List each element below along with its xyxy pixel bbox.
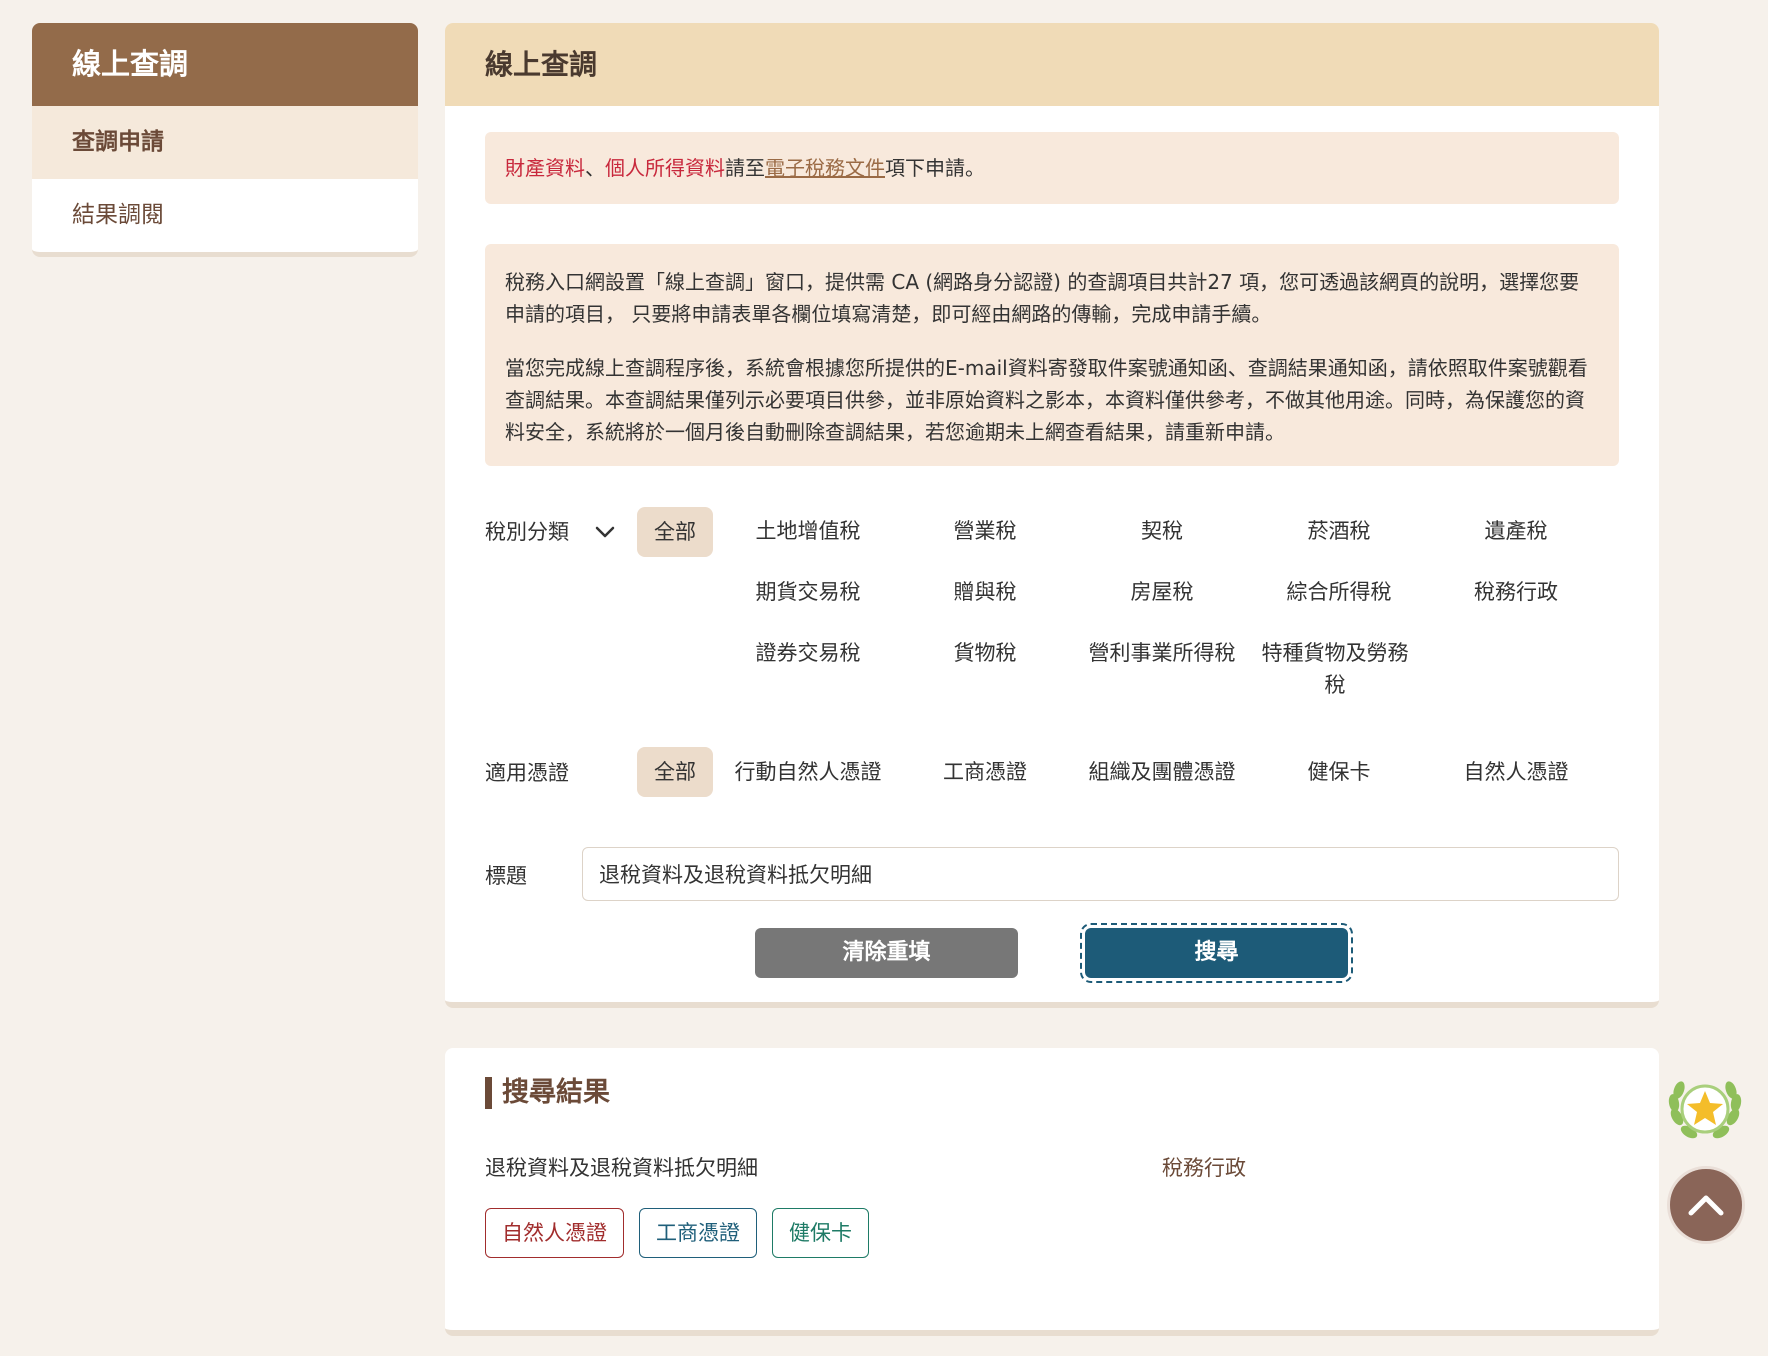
title-input[interactable]: [582, 847, 1619, 901]
intro-paragraph-2: 當您完成線上查調程序後，系統會根據您所提供的E-mail資料寄發取件案號通知函、…: [505, 356, 1588, 444]
e-tax-documents-link[interactable]: 電子稅務文件: [765, 156, 885, 180]
title-label: 標題: [485, 864, 527, 888]
results-heading: 搜尋結果: [485, 1077, 610, 1109]
intro-box: 稅務入口網設置「線上查調」窗口，提供需 CA (網路身分認證) 的查調項目共計2…: [485, 244, 1619, 466]
tag-citizen-certificate: 自然人憑證: [485, 1208, 624, 1258]
tax-option[interactable]: 土地增值稅: [724, 515, 892, 547]
tax-option[interactable]: 貨物稅: [901, 637, 1069, 669]
notice-separator: 、: [585, 156, 605, 180]
tax-option[interactable]: 特種貨物及勞務稅: [1255, 637, 1415, 701]
tax-option[interactable]: 綜合所得稅: [1255, 576, 1423, 608]
tax-option[interactable]: 菸酒稅: [1255, 515, 1423, 547]
result-title-link[interactable]: 退稅資料及退稅資料抵欠明細: [485, 1152, 758, 1182]
sidebar-item-apply[interactable]: 查調申請: [32, 106, 418, 179]
certificate-label: 適用憑證: [485, 761, 569, 785]
query-panel: 線上查調 財產資料、個人所得資料請至電子稅務文件項下申請。 稅務入口網設置「線上…: [445, 23, 1659, 1008]
cert-option[interactable]: 自然人憑證: [1432, 756, 1600, 788]
chevron-up-icon: [1688, 1195, 1724, 1216]
tag-business-certificate: 工商憑證: [639, 1208, 757, 1258]
tax-option[interactable]: 營業稅: [901, 515, 1069, 547]
tax-option[interactable]: 贈與稅: [901, 576, 1069, 608]
notice-box: 財產資料、個人所得資料請至電子稅務文件項下申請。: [485, 132, 1619, 204]
notice-tail: 項下申請。: [885, 156, 985, 180]
cert-option[interactable]: 組織及團體憑證: [1078, 756, 1246, 788]
star-laurel-icon[interactable]: [1663, 1069, 1747, 1153]
results-panel: 搜尋結果 退稅資料及退稅資料抵欠明細 稅務行政 自然人憑證 工商憑證 健保卡: [445, 1048, 1659, 1336]
notice-text: 請至: [725, 156, 765, 180]
tax-category-label: 稅別分類: [485, 520, 569, 544]
cert-option[interactable]: 健保卡: [1255, 756, 1423, 788]
tax-option[interactable]: 契稅: [1078, 515, 1246, 547]
tax-option[interactable]: 證券交易稅: [724, 637, 892, 669]
cert-option[interactable]: 行動自然人憑證: [724, 756, 892, 788]
intro-paragraph-1: 稅務入口網設置「線上查調」窗口，提供需 CA (網路身分認證) 的查調項目共計2…: [505, 270, 1580, 326]
notice-income-data: 個人所得資料: [605, 156, 725, 180]
notice-property-data: 財產資料: [505, 156, 585, 180]
scroll-to-top-button[interactable]: [1667, 1166, 1745, 1244]
page-title: 線上查調: [445, 23, 1659, 106]
chevron-down-icon[interactable]: [592, 519, 618, 545]
sidebar: 線上查調 查調申請 結果調閱: [32, 23, 418, 257]
cert-option-all[interactable]: 全部: [637, 747, 713, 797]
tax-option[interactable]: 稅務行政: [1432, 576, 1600, 608]
tax-option[interactable]: 房屋稅: [1078, 576, 1246, 608]
sidebar-item-results[interactable]: 結果調閱: [32, 179, 418, 252]
search-button[interactable]: 搜尋: [1080, 923, 1353, 983]
tax-option-all[interactable]: 全部: [637, 507, 713, 557]
tax-option[interactable]: 營利事業所得稅: [1078, 637, 1246, 669]
tag-health-card: 健保卡: [772, 1208, 869, 1258]
cert-option[interactable]: 工商憑證: [901, 756, 1069, 788]
tax-option[interactable]: 遺產稅: [1432, 515, 1600, 547]
clear-button[interactable]: 清除重填: [755, 928, 1018, 978]
result-category: 稅務行政: [1162, 1156, 1246, 1180]
sidebar-title: 線上查調: [32, 23, 418, 106]
tax-option[interactable]: 期貨交易稅: [724, 576, 892, 608]
